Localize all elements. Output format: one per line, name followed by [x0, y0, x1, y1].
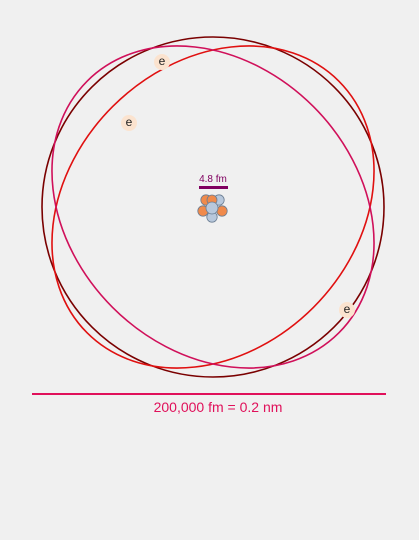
- nucleus-scale-bar: [199, 186, 228, 189]
- atom-scale-label: 200,000 fm = 0.2 nm: [154, 399, 283, 415]
- electron-label: e: [159, 54, 166, 68]
- neutron: [205, 201, 219, 215]
- electron-label: e: [126, 115, 133, 129]
- electron-label: e: [344, 302, 351, 316]
- electron-upper-left: e: [121, 115, 137, 131]
- nucleus-icon: [197, 194, 228, 223]
- electron-lower-right: e: [339, 302, 355, 318]
- nucleus-scale-label: 4.8 fm: [199, 174, 227, 185]
- electron-top: e: [154, 54, 170, 70]
- atom-diagram: e e e 4.8 fm 200,000 fm = 0.2 nm: [32, 36, 386, 415]
